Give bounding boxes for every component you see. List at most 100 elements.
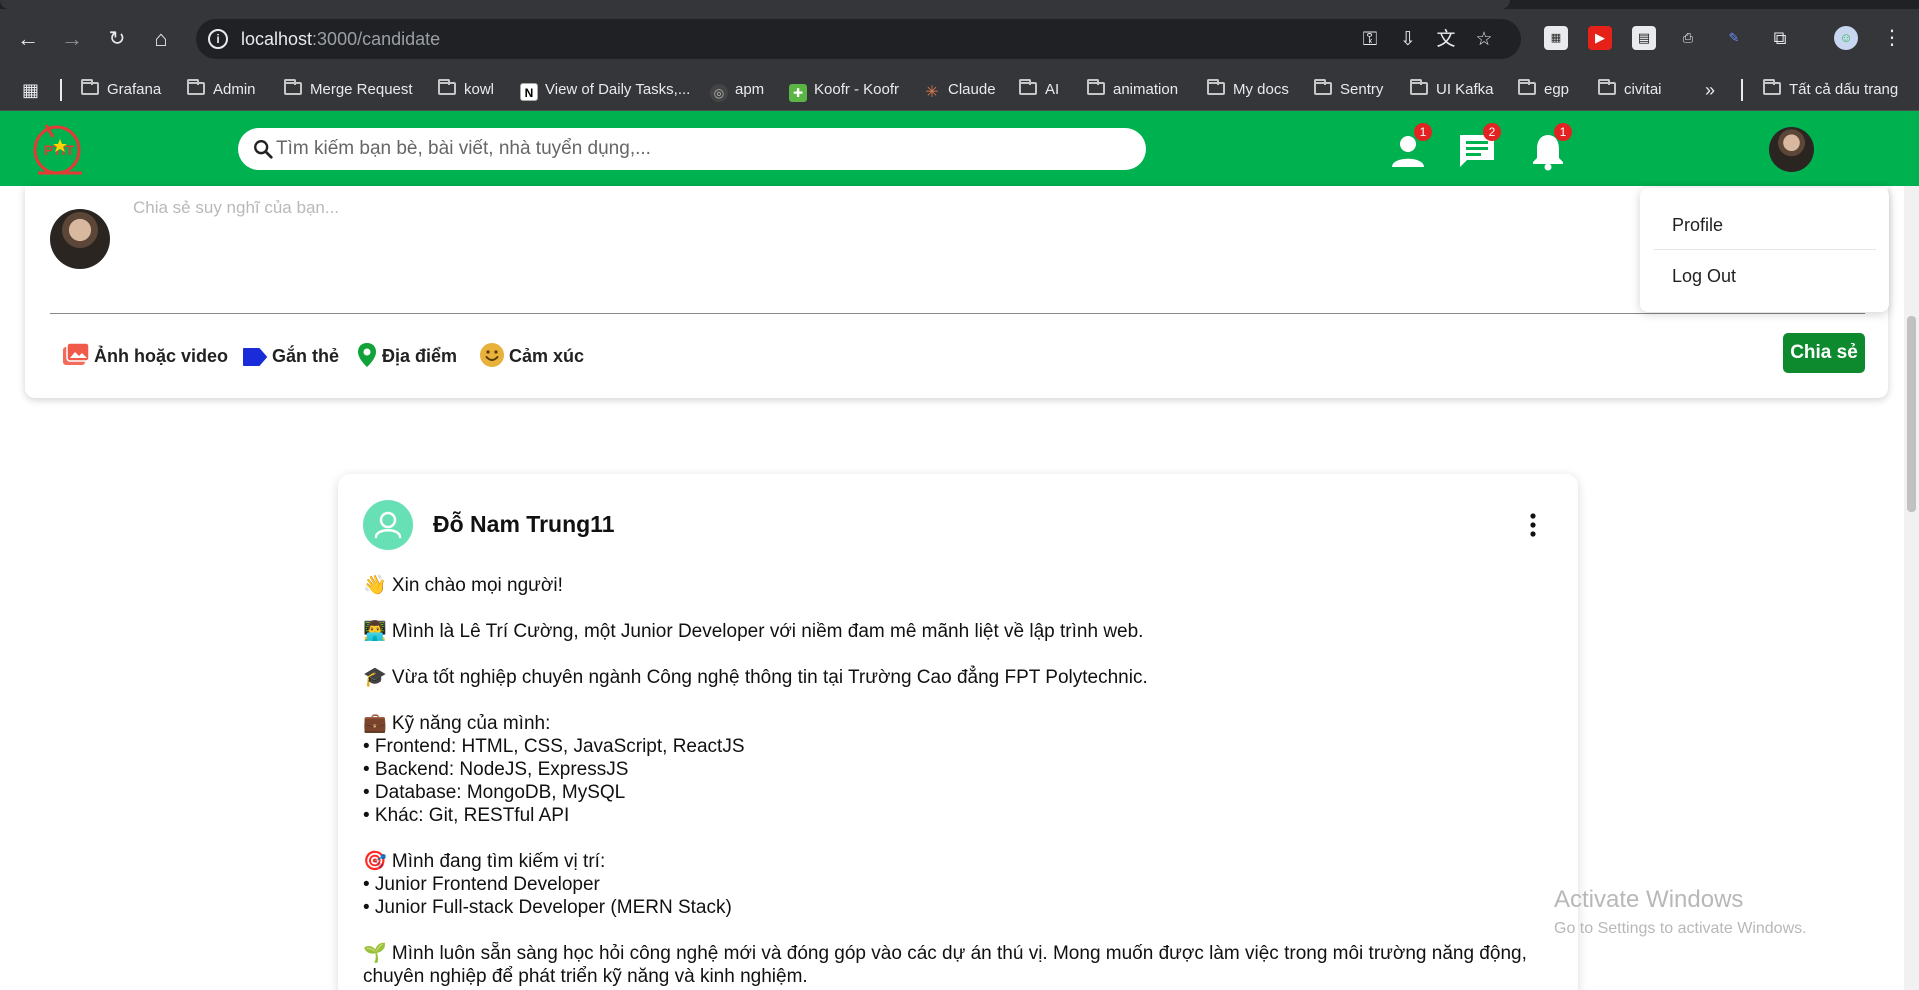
bookmark-my-docs[interactable]: My docs <box>1207 79 1289 100</box>
dropdown-divider <box>1654 249 1876 250</box>
bookmark-ui-kafka[interactable]: UI Kafka <box>1410 79 1494 100</box>
apm-icon: ◎ <box>710 84 728 102</box>
post-paragraph-skills: 💼 Kỹ năng của mình: • Frontend: HTML, CS… <box>363 713 745 826</box>
eyedropper-extension-icon[interactable]: ✎ <box>1722 26 1746 50</box>
tag-icon <box>243 348 267 366</box>
post-author-avatar[interactable] <box>363 500 413 550</box>
bookmark-label: animation <box>1113 81 1179 98</box>
install-app-icon[interactable]: ⇩ <box>1396 29 1420 51</box>
bookmark-admin[interactable]: Admin <box>187 79 256 100</box>
bookmark-koofr[interactable]: ✚ Koofr - Koofr <box>789 80 899 102</box>
media-label: Ảnh hoặc video <box>94 346 229 366</box>
bookmark-star-icon[interactable]: ☆ <box>1472 29 1496 51</box>
logout-menu-item[interactable]: Log Out <box>1672 266 1736 287</box>
extensions-puzzle-icon[interactable]: ⧉ <box>1768 26 1792 50</box>
composer-divider <box>50 313 1865 314</box>
bookmark-egp[interactable]: egp <box>1518 79 1569 100</box>
bookmark-label: kowl <box>464 81 495 98</box>
search-input[interactable] <box>276 128 1126 170</box>
key-icon[interactable]: ⚿ <box>1358 29 1382 51</box>
feeling-button[interactable]: Cảm xúc <box>479 341 584 371</box>
folder-icon <box>1518 79 1536 95</box>
bookmark-civitai[interactable]: civitai <box>1598 79 1662 100</box>
watermark-subtitle: Go to Settings to activate Windows. <box>1554 920 1807 937</box>
apps-grid-icon[interactable]: ▦ <box>22 80 39 100</box>
reload-icon[interactable]: ↻ <box>103 25 131 53</box>
bookmark-kowl[interactable]: kowl <box>438 79 495 100</box>
profile-menu-item[interactable]: Profile <box>1672 215 1723 236</box>
printer-extension-icon[interactable]: ⎙ <box>1676 26 1700 50</box>
bookmark-label: AI <box>1045 81 1060 98</box>
watermark-title: Activate Windows <box>1554 886 1744 913</box>
qr-extension-icon[interactable]: ▦ <box>1544 26 1568 50</box>
post-author-name[interactable]: Đỗ Nam Trung11 <box>433 511 614 538</box>
youtube-extension-icon[interactable]: ▶ <box>1588 26 1612 50</box>
menu-kebab-icon[interactable]: ⋮ <box>1880 26 1904 50</box>
folder-icon <box>1019 79 1037 95</box>
sheet-extension-icon[interactable]: ▤ <box>1632 26 1656 50</box>
smile-icon <box>480 343 504 367</box>
url-host: localhost <box>241 29 313 49</box>
notifications-badge: 1 <box>1554 123 1572 141</box>
post-card: Đỗ Nam Trung11 👋 Xin chào mọi người! 👨‍💻… <box>338 474 1578 990</box>
back-arrow-icon[interactable]: ← <box>14 25 42 53</box>
folder-icon <box>1410 79 1428 95</box>
post-paragraph-education: 🎓 Vừa tốt nghiệp chuyên ngành Công nghệ … <box>363 667 1148 688</box>
folder-icon <box>284 79 302 95</box>
activate-windows-watermark: Activate Windows Go to Settings to activ… <box>1554 886 1807 938</box>
ptit-logo[interactable]: PTIT <box>30 117 88 179</box>
bookmark-ai[interactable]: AI <box>1019 79 1060 100</box>
post-composer: Ảnh hoặc video Gắn thẻ Địa điểm Cảm xúc … <box>25 186 1888 398</box>
bookmarks-overflow-button[interactable]: » <box>1705 80 1715 100</box>
photo-icon <box>63 342 90 365</box>
user-avatar[interactable] <box>1769 127 1814 172</box>
bookmark-merge-request[interactable]: Merge Request <box>284 79 413 100</box>
bookmark-label: Merge Request <box>310 81 413 98</box>
post-body: 👋 Xin chào mọi người! 👨‍💻 Mình là Lê Trí… <box>363 574 1558 990</box>
bookmark-label: Sentry <box>1340 81 1384 98</box>
location-button[interactable]: Địa điểm <box>356 341 457 371</box>
messages-button[interactable]: 2 <box>1457 123 1501 171</box>
forward-arrow-icon[interactable]: → <box>58 25 86 53</box>
tag-button[interactable]: Gắn thẻ <box>242 341 339 371</box>
post-paragraph-intro: 👨‍💻 Mình là Lê Trí Cường, một Junior Dev… <box>363 621 1144 642</box>
bookmark-daily-tasks[interactable]: N View of Daily Tasks,... <box>520 80 691 101</box>
bookmarks-bar: ▦ Grafana Admin Merge Request kowl N View… <box>0 68 1919 111</box>
profile-avatar-icon[interactable]: ☺ <box>1834 26 1858 50</box>
notifications-button[interactable]: 1 <box>1528 123 1572 171</box>
search-bar[interactable] <box>238 128 1146 170</box>
bookmark-sentry[interactable]: Sentry <box>1314 79 1384 100</box>
home-icon[interactable]: ⌂ <box>147 25 175 53</box>
post-paragraph-greeting: 👋 Xin chào mọi người! <box>363 575 563 596</box>
url-text[interactable]: localhost:3000/candidate <box>241 29 440 50</box>
bookmarks-separator <box>60 79 62 101</box>
address-bar[interactable]: i localhost:3000/candidate ⚿ ⇩ 文 ☆ <box>196 19 1521 59</box>
bookmark-label: My docs <box>1233 81 1289 98</box>
bookmark-label: View of Daily Tasks,... <box>545 81 691 98</box>
bookmark-apm[interactable]: ◎ apm <box>710 80 764 102</box>
search-icon <box>254 140 273 159</box>
bookmark-animation[interactable]: animation <box>1087 79 1179 100</box>
folder-icon <box>438 79 456 95</box>
translate-icon[interactable]: 文 <box>1434 29 1458 51</box>
friends-badge: 1 <box>1414 123 1432 141</box>
browser-tab-strip <box>0 0 1919 9</box>
more-options-icon[interactable] <box>1528 512 1538 538</box>
bookmark-grafana[interactable]: Grafana <box>81 79 161 100</box>
friends-button[interactable]: 1 <box>1388 123 1432 171</box>
profile-dropdown: Profile Log Out <box>1640 188 1889 312</box>
post-paragraph-positions: 🎯 Mình đang tìm kiếm vị trí: • Junior Fr… <box>363 851 732 918</box>
share-button[interactable]: Chia sẻ <box>1783 333 1865 373</box>
folder-icon <box>1207 79 1225 95</box>
composer-input[interactable] <box>133 198 1633 288</box>
all-bookmarks-button[interactable]: Tất cả dấu trang <box>1763 79 1898 100</box>
composer-avatar <box>50 209 110 269</box>
post-paragraph-closing: 🌱 Mình luôn sẵn sàng học hỏi công nghệ m… <box>363 943 1527 987</box>
bookmark-claude[interactable]: ✳ Claude <box>923 80 995 101</box>
page-scrollbar-track[interactable] <box>1904 186 1919 990</box>
site-info-icon[interactable]: i <box>208 29 228 49</box>
page-scrollbar-thumb[interactable] <box>1907 316 1916 512</box>
media-button[interactable]: Ảnh hoặc video <box>62 341 228 371</box>
folder-icon <box>187 79 205 95</box>
active-tab[interactable] <box>0 0 1510 9</box>
